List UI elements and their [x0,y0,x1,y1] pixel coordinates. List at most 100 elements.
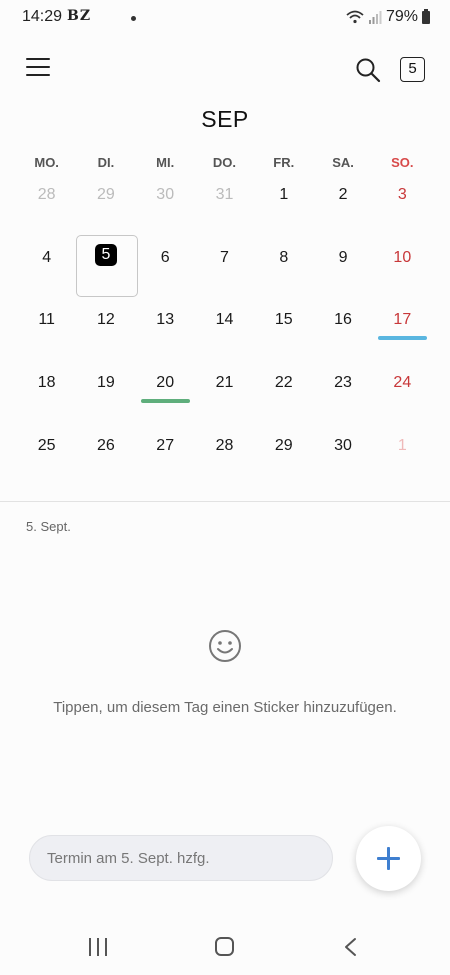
day-number: 19 [97,374,115,391]
home-icon[interactable] [215,937,234,956]
calendar-day[interactable]: 20 [136,368,195,430]
day-number: 28 [215,437,234,454]
day-number: 26 [97,437,115,454]
day-number: 15 [274,311,293,328]
calendar-week: 25 26 27 28 29 30 1 [17,431,432,493]
wifi-icon [346,10,364,24]
day-number: 17 [393,311,412,328]
add-event-button[interactable] [356,826,421,891]
day-number: 6 [160,249,170,266]
calendar-day[interactable]: 26 [76,431,135,493]
day-number: 29 [274,437,293,454]
month-title[interactable]: SEP [0,106,450,133]
day-number: 24 [393,374,412,391]
day-number: 10 [393,249,412,266]
calendar-day[interactable]: 2 [313,180,372,242]
day-number: 22 [274,374,293,391]
weekday-label: FR. [273,155,295,170]
weekday-header: MO. DI. MI. DO. FR. SA. SO. [17,155,432,170]
day-number: 1 [279,186,289,203]
battery-percentage: 79% [385,8,418,25]
calendar-day[interactable]: 6 [136,243,195,305]
selected-date-label: 5. Sept. [26,519,71,534]
event-indicator [140,399,190,403]
calendar-day[interactable]: 1 [254,180,313,242]
status-app-icons: BZ [67,8,92,24]
calendar-day[interactable]: 27 [136,431,195,493]
calendar-day-today[interactable]: 5 [76,235,139,305]
back-icon[interactable] [343,937,357,957]
quick-add-event-input[interactable]: Termin am 5. Sept. hzfg. [29,835,333,881]
day-number: 29 [97,186,115,203]
calendar-day[interactable]: 7 [195,243,254,305]
day-number: 16 [334,311,352,328]
system-nav-bar [0,920,450,975]
calendar-day[interactable]: 18 [17,368,76,430]
status-bar: 14:29 BZ 79% [0,0,450,36]
calendar-day[interactable]: 29 [254,431,313,493]
day-number: 27 [156,437,175,454]
menu-icon[interactable] [26,58,50,80]
battery-icon [422,8,430,24]
calendar-day[interactable]: 3 [373,180,432,242]
day-number: 1 [397,437,407,454]
calendar-day[interactable]: 21 [195,368,254,430]
calendar-week: 11 12 13 14 15 16 17 [17,305,432,367]
day-number: 5 [94,244,117,266]
weekday-label: DI. [97,155,115,170]
calendar-day[interactable]: 30 [136,180,195,242]
weekday-label: DO. [212,155,237,170]
day-number: 12 [97,311,115,328]
calendar-day[interactable]: 22 [254,368,313,430]
smiley-icon[interactable] [208,629,242,663]
calendar-day[interactable]: 30 [313,431,372,493]
day-number: 3 [397,186,407,203]
calendar-day[interactable]: 9 [313,243,372,305]
calendar-week: 28 29 30 31 1 2 3 [17,180,432,242]
weekday-label: MI. [156,155,175,170]
calendar-day[interactable]: 31 [195,180,254,242]
calendar-day[interactable]: 25 [17,431,76,493]
day-number: 7 [220,249,229,266]
day-number: 4 [42,249,52,266]
day-number: 25 [37,437,56,454]
day-number: 11 [38,311,55,328]
day-number: 2 [338,186,348,203]
calendar-day[interactable]: 4 [17,243,76,305]
calendar-day[interactable]: 17 [373,305,432,367]
event-indicator [377,336,427,340]
status-right: 79% [346,8,430,26]
today-button[interactable]: 5 [400,57,425,82]
day-number: 31 [215,186,234,203]
calendar-day[interactable]: 19 [76,368,135,430]
calendar-day[interactable]: 8 [254,243,313,305]
calendar-day[interactable]: 10 [373,243,432,305]
calendar-day[interactable]: 16 [313,305,372,367]
signal-icon [368,10,382,24]
weekday-label-sunday: SO. [391,155,414,170]
calendar-day[interactable]: 13 [136,305,195,367]
calendar-day[interactable]: 15 [254,305,313,367]
calendar-day[interactable]: 1 [373,431,432,493]
calendar-week: 4 5 6 7 8 9 10 [17,235,432,305]
day-number: 14 [215,311,234,328]
divider [0,501,450,502]
calendar-day[interactable]: 28 [17,180,76,242]
calendar-day[interactable]: 29 [76,180,135,242]
day-number: 8 [279,249,289,266]
calendar-day[interactable]: 24 [373,368,432,430]
day-number: 23 [334,374,352,391]
calendar-day[interactable]: 28 [195,431,254,493]
notification-dot-icon [131,16,136,21]
recents-icon[interactable] [88,938,108,956]
search-icon[interactable] [355,57,381,83]
calendar-day[interactable]: 11 [17,305,76,367]
weekday-label: MO. [34,155,59,170]
calendar-day[interactable]: 23 [313,368,372,430]
calendar-day[interactable]: 14 [195,305,254,367]
day-number: 13 [156,311,175,328]
day-number: 21 [215,374,234,391]
day-number: 18 [37,374,56,391]
day-number: 30 [156,186,175,203]
calendar-day[interactable]: 12 [76,305,135,367]
